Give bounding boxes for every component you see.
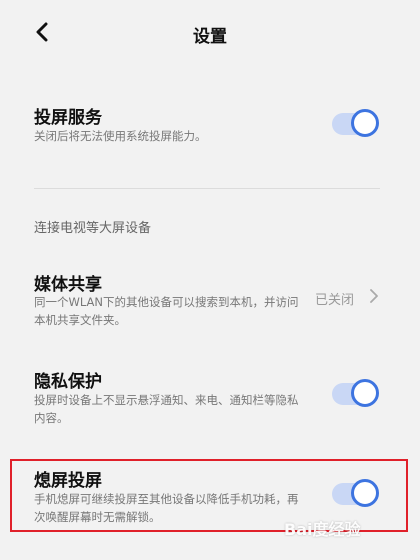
cast-service-desc: 关闭后将无法使用系统投屏能力。 [34,129,207,143]
divider [34,188,380,189]
screen-off-cast-desc: 手机熄屏可继续投屏至其他设备以降低手机功耗，再次唤醒屏幕时无需解锁。 [34,492,299,524]
top-bar: 设置 [0,0,420,70]
media-share-status: 已关闭 [315,293,355,308]
media-share-title: 媒体共享 [34,275,102,295]
toggle-knob [351,379,379,407]
privacy-toggle[interactable] [332,379,379,407]
screen-off-cast-title: 熄屏投屏 [34,471,102,491]
section-label: 连接电视等大屏设备 [34,221,152,236]
screen-off-cast-toggle[interactable] [332,479,379,507]
watermark: Bai度经验 [284,520,361,539]
privacy-desc: 投屏时设备上不显示悬浮通知、来电、通知栏等隐私内容。 [34,393,299,425]
cast-service-toggle[interactable] [332,109,379,137]
chevron-right-icon [370,289,378,303]
media-share-desc: 同一个WLAN下的其他设备可以搜索到本机，并访问本机共享文件夹。 [34,295,299,327]
privacy-title: 隐私保护 [34,372,102,392]
page-title: 设置 [193,27,227,47]
cast-service-title: 投屏服务 [34,108,102,128]
toggle-knob [351,479,379,507]
toggle-knob [351,109,379,137]
